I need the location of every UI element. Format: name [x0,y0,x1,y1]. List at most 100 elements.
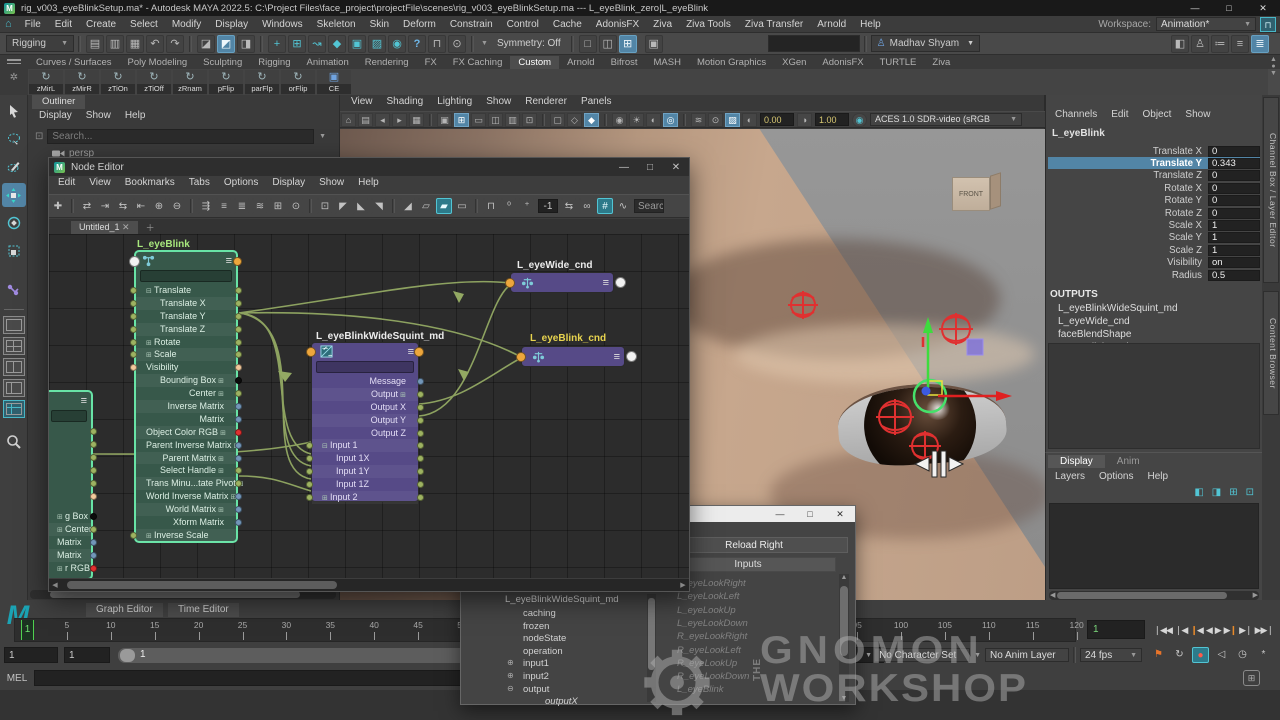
layer-hscrollbar[interactable]: ◀▶ [1049,591,1259,600]
shelf-tab-rigging[interactable]: Rigging [250,56,298,69]
output-port[interactable] [90,565,97,572]
input-port[interactable] [130,326,137,333]
node-attr-row[interactable]: Object Color RGB⊞ [136,426,236,439]
output-port[interactable] [417,378,424,385]
expander-icon[interactable]: ⊞ [146,531,154,544]
input-port[interactable] [130,364,137,371]
user-account-dropdown[interactable]: ♙ Madhav Shyam▼ [871,35,980,52]
image-plane-icon[interactable]: ▣ [437,113,452,127]
node-attr-row[interactable]: ⊞Scale [136,348,236,361]
menu-windows[interactable]: Windows [255,19,310,30]
colorspace-dropdown[interactable]: ACES 1.0 SDR-video (sRGB▼ [870,113,1022,126]
input-port[interactable] [130,313,137,320]
node-menu-icon[interactable]: ≡ [226,256,232,266]
layer-menu-layers[interactable]: Layers [1048,471,1092,482]
window-maximize-button[interactable]: □ [1212,3,1246,14]
shelf-tab-ziva[interactable]: Ziva [924,56,958,69]
distribute-icon[interactable]: ≋ [252,198,268,214]
connection-source-nodestate[interactable]: nodeState [523,633,566,644]
output-port[interactable] [90,454,97,461]
exposure-field[interactable]: 0.00 [760,113,794,126]
select-hierarchy-icon[interactable]: ◪ [197,35,215,53]
undo-icon[interactable]: ↶ [146,35,164,53]
menu-ziva-transfer[interactable]: Ziva Transfer [738,19,810,30]
joint-tool[interactable] [2,279,26,303]
menu-display[interactable]: Display [208,19,255,30]
output-port[interactable] [235,429,242,436]
node-attr-row[interactable]: ⊞Input 2 [312,491,418,504]
traversal-depth-field[interactable]: -1 [538,199,558,213]
channel-box-menu-show[interactable]: Show [1178,109,1217,120]
channel-row-scale-y[interactable]: Scale Y1 [1048,232,1260,244]
save-scene-icon[interactable]: ▦ [126,35,144,53]
current-frame-marker[interactable]: 1 [21,620,34,640]
node-attr-row[interactable]: ⊞r RGB [49,562,91,575]
menu-set-dropdown[interactable]: Rigging▼ [6,35,74,52]
shelf-tab-bifrost[interactable]: Bifrost [603,56,646,69]
output-port[interactable] [417,404,424,411]
mel-label[interactable]: MEL [0,673,34,684]
node-name-field[interactable] [140,270,232,282]
channel-row-scale-x[interactable]: Scale X1 [1048,219,1260,231]
output-port[interactable] [235,287,242,294]
shelf-tab-custom[interactable]: Custom [510,56,559,69]
snap-grid-icon[interactable]: ⊞ [288,35,306,53]
node-attr-row[interactable]: ⊞Inverse Scale [136,529,236,542]
snap-curve-icon[interactable]: ↝ [308,35,326,53]
select-icon[interactable]: ⊡ [35,131,43,142]
menu-create[interactable]: Create [79,19,123,30]
viewport-menu-show[interactable]: Show [479,96,518,107]
output-port[interactable] [235,416,242,423]
character-set-dropdown[interactable]: No Character Set [874,648,970,662]
node-attr-row[interactable]: ⊟Input 1 [312,439,418,452]
create-node-icon[interactable]: ✚ [50,198,66,214]
symmetry-field[interactable]: Symmetry: Off [497,38,561,49]
node-editor-hscrollbar[interactable]: ◀▶ [49,579,689,591]
shelf-button-zrnam[interactable]: ↻zRnam [173,70,207,95]
swap-io-icon[interactable]: ⇆ [561,198,577,214]
node-attr-row[interactable]: ⊞Rotate [136,336,236,349]
node-wide-cnd[interactable]: ≡ [510,272,614,293]
quick-select-field[interactable] [768,35,860,52]
magnifier-icon[interactable] [2,430,26,454]
node-attr-row[interactable]: Input 1Z [312,478,418,491]
connection-target-r-eyelookleft[interactable]: R_eyeLookLeft [677,645,741,656]
menu-ziva-tools[interactable]: Ziva Tools [679,19,738,30]
expander-icon[interactable]: ⊕ [507,658,514,667]
shelf-tab-sculpting[interactable]: Sculpting [195,56,250,69]
node-title-eyeblink[interactable]: L_eyeBlink [137,239,190,250]
connection-source-input2[interactable]: input2⊕ [523,671,549,682]
output-node-l-eyewide-cnd[interactable]: L_eyeWide_cnd [1058,316,1130,327]
pick-arrow-icon[interactable]: ◤ [335,198,351,214]
outliner-menu-help[interactable]: Help [118,110,153,121]
tab-graph-editor[interactable]: Graph Editor [86,603,163,617]
output-port[interactable] [90,526,97,533]
output-port[interactable] [417,417,424,424]
node-menu-icon[interactable]: ≡ [614,352,620,362]
menu-control[interactable]: Control [500,19,546,30]
node-input-port[interactable] [129,256,140,267]
tool-settings-icon[interactable]: ≡ [1231,35,1249,53]
charset-dropdown-icon[interactable]: ▼ [865,652,872,659]
channel-value-field[interactable]: 0 [1208,208,1260,219]
node-attr-row[interactable]: Output X [312,401,418,414]
viewport-menu-shading[interactable]: Shading [380,96,431,107]
input-port[interactable] [306,468,313,475]
channel-value-field[interactable]: 0 [1208,195,1260,206]
outliner-persp-layout[interactable] [3,379,25,397]
output-port[interactable] [235,403,242,410]
expander-icon[interactable]: ⊞ [322,493,330,506]
fps-dropdown[interactable]: 24 fps▼ [1080,648,1142,662]
make-live-icon[interactable]: ◉ [388,35,406,53]
outliner-menu-display[interactable]: Display [32,110,79,121]
connection-right-scrollbar[interactable]: ▲▼ [839,574,849,702]
textured-icon[interactable]: ◉ [612,113,627,127]
channel-value-field[interactable]: 1 [1208,232,1260,243]
output-port[interactable] [235,326,242,333]
mute-icon[interactable]: ◁ [1213,647,1230,663]
menu-select[interactable]: Select [123,19,165,30]
align-vertical-icon[interactable]: ≣ [234,198,250,214]
all-connections-icon[interactable]: ⇆ [115,198,131,214]
playback-start-field[interactable]: 1 [64,647,110,663]
paint-select-tool[interactable] [2,155,26,179]
